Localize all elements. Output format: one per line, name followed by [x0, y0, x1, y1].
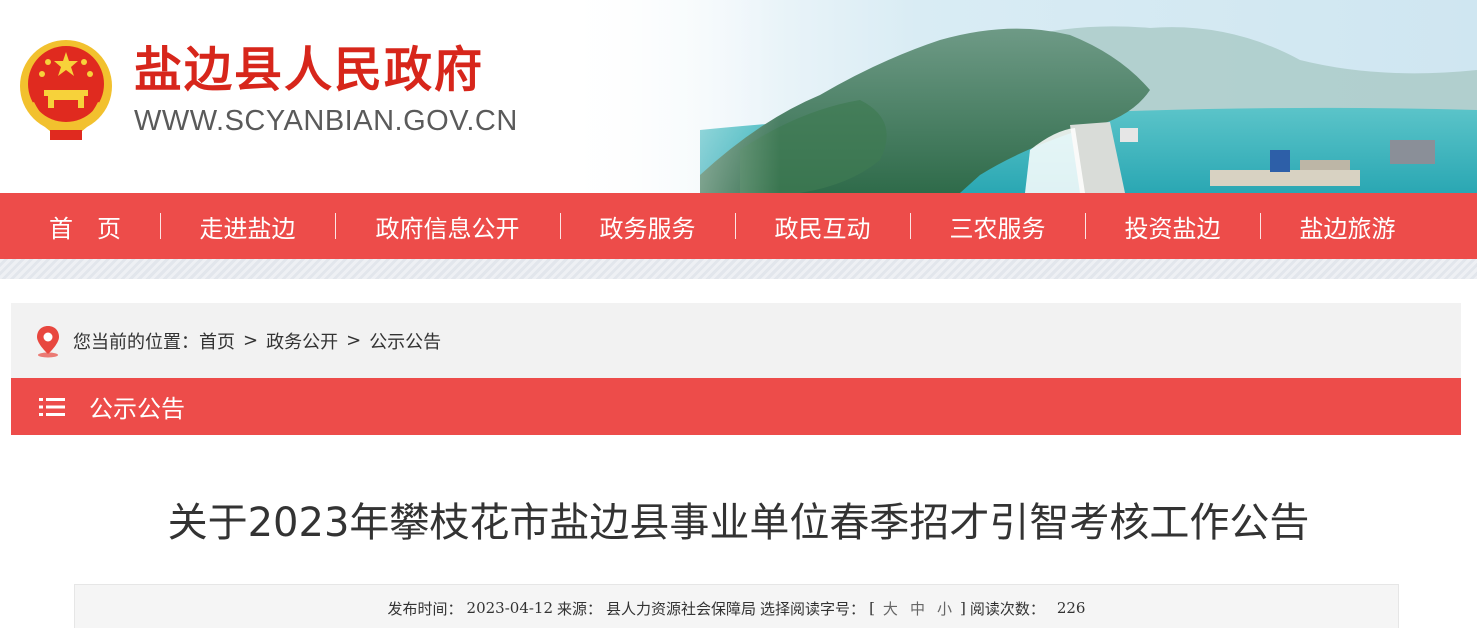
site-url[interactable]: WWW.SCYANBIAN.GOV.CN — [134, 104, 518, 138]
breadcrumb: 您当前的位置： 首页 > 政务公开 > 公示公告 — [11, 303, 1461, 378]
font-size-small-button[interactable]: 小 — [937, 598, 952, 619]
national-emblem-icon — [20, 40, 112, 140]
bracket-close: ] — [959, 599, 966, 617]
section-title: 公示公告 — [89, 395, 185, 423]
publish-label: 发布时间： — [387, 599, 463, 618]
font-size-label: 选择阅读字号： — [760, 599, 866, 618]
breadcrumb-separator: > — [243, 330, 259, 351]
location-pin-icon — [37, 325, 59, 357]
decorative-strip — [0, 259, 1477, 279]
nav-item-investment[interactable]: 投资盐边 — [1085, 193, 1260, 259]
main-nav: 首 页 走进盐边 政府信息公开 政务服务 政民互动 三农服务 投资盐边 盐边旅游 — [0, 193, 1477, 259]
bracket-open: [ — [869, 599, 875, 617]
views-label: 阅读次数： — [969, 599, 1045, 618]
article-meta: 发布时间： 2023-04-12 来源： 县人力资源社会保障局 选择阅读字号： … — [74, 584, 1399, 628]
nav-item-about[interactable]: 走进盐边 — [160, 193, 335, 259]
font-size-medium-button[interactable]: 中 — [910, 598, 925, 619]
publish-date: 2023-04-12 — [466, 599, 554, 617]
breadcrumb-separator: > — [346, 330, 362, 351]
breadcrumb-prefix: 您当前的位置： — [73, 331, 199, 353]
breadcrumb-item-notices[interactable]: 公示公告 — [369, 328, 441, 354]
font-size-large-button[interactable]: 大 — [883, 598, 898, 619]
views-count: 226 — [1056, 599, 1086, 617]
source-label: 来源： — [557, 599, 603, 618]
list-icon — [39, 397, 65, 416]
nav-item-home[interactable]: 首 页 — [10, 193, 160, 259]
source: 县人力资源社会保障局 — [606, 599, 757, 618]
breadcrumb-item-home[interactable]: 首页 — [199, 328, 235, 354]
nav-item-tourism[interactable]: 盐边旅游 — [1260, 193, 1435, 259]
site-title[interactable]: 盐边县人民政府 — [134, 42, 484, 98]
nav-item-interaction[interactable]: 政民互动 — [735, 193, 910, 259]
nav-item-gov-info[interactable]: 政府信息公开 — [335, 193, 560, 259]
section-header: 公示公告 — [11, 378, 1461, 435]
nav-item-services[interactable]: 政务服务 — [560, 193, 735, 259]
nav-item-agriculture[interactable]: 三农服务 — [910, 193, 1085, 259]
article-title: 关于2023年攀枝花市盐边县事业单位春季招才引智考核工作公告 — [167, 500, 1310, 546]
header-banner: 盐边县人民政府 WWW.SCYANBIAN.GOV.CN — [0, 0, 1477, 193]
breadcrumb-item-gov-affairs[interactable]: 政务公开 — [266, 328, 338, 354]
